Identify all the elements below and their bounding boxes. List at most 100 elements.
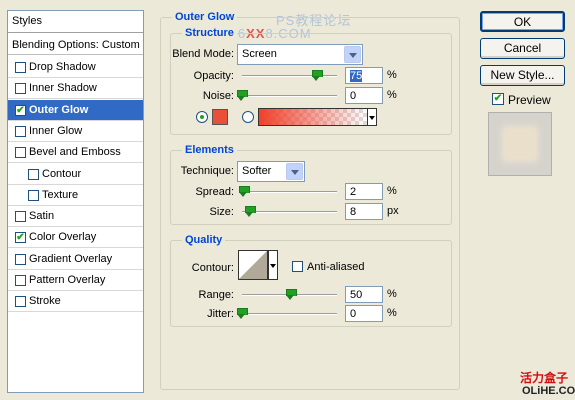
style-item-label: Outer Glow (29, 103, 89, 116)
style-checkbox[interactable] (28, 189, 39, 201)
quality-title: Quality (182, 234, 226, 246)
blending-options-item[interactable]: Blending Options: Custom (8, 36, 143, 55)
style-item-gradient-overlay[interactable]: Gradient Overlay (8, 249, 143, 270)
jitter-input[interactable]: 0 (345, 305, 383, 322)
opacity-slider-thumb[interactable] (312, 70, 323, 81)
chevron-down-icon (286, 163, 303, 180)
preview-swatch (505, 129, 535, 159)
style-item-pattern-overlay[interactable]: Pattern Overlay (8, 270, 143, 291)
style-item-label: Gradient Overlay (29, 252, 113, 265)
preview-checkbox[interactable]: ✔ (492, 93, 504, 105)
size-slider-thumb[interactable] (245, 206, 256, 217)
elements-title: Elements (182, 144, 237, 156)
cancel-button[interactable]: Cancel (480, 38, 565, 59)
solid-color-radio[interactable] (196, 111, 208, 123)
style-checkbox[interactable] (28, 168, 39, 180)
style-item-stroke[interactable]: Stroke (8, 291, 143, 313)
style-item-texture[interactable]: Texture (8, 185, 143, 206)
size-value: 8 (350, 206, 357, 218)
spread-slider-thumb[interactable] (239, 186, 250, 197)
style-item-outer-glow[interactable]: ✔ Outer Glow (8, 99, 143, 121)
technique-label: Technique: (180, 165, 234, 177)
range-slider-thumb[interactable] (286, 289, 297, 300)
contour-dropdown-button[interactable] (268, 250, 278, 280)
glow-gradient-picker[interactable] (258, 108, 368, 126)
style-item-label: Color Overlay (29, 231, 97, 244)
blend-mode-label: Blend Mode: (172, 48, 234, 60)
outer-glow-title: Outer Glow (172, 11, 238, 23)
style-item-inner-shadow[interactable]: Inner Shadow (8, 78, 143, 100)
style-checkbox[interactable]: ✔ (15, 232, 26, 244)
opacity-value: 75 (350, 70, 363, 82)
contour-label: Contour: (191, 262, 234, 274)
glow-color-swatch[interactable] (212, 109, 228, 125)
style-item-satin[interactable]: Satin (8, 206, 143, 228)
opacity-label: Opacity: (193, 70, 234, 82)
spread-value: 2 (350, 186, 357, 198)
style-checkbox[interactable] (15, 253, 26, 265)
noise-slider-track[interactable] (242, 95, 337, 97)
style-checkbox[interactable] (15, 125, 26, 137)
site-logo-cn: 活力盒子 (520, 371, 569, 385)
noise-label: Noise: (202, 90, 234, 102)
jitter-slider-thumb[interactable] (237, 308, 248, 319)
gradient-radio[interactable] (242, 111, 254, 123)
ok-button[interactable]: OK (480, 11, 565, 32)
style-item-label: Bevel and Emboss (29, 146, 121, 159)
style-checkbox[interactable] (15, 62, 26, 73)
style-item-bevel-and-emboss[interactable]: Bevel and Emboss (8, 142, 143, 164)
noise-slider-thumb[interactable] (237, 90, 248, 101)
technique-select[interactable]: Softer (237, 161, 305, 182)
jitter-slider-track[interactable] (242, 313, 337, 315)
structure-title: Structure (182, 27, 237, 39)
jitter-unit: % (387, 307, 397, 319)
style-item-label: Contour (42, 167, 82, 180)
blend-mode-select[interactable]: Screen (237, 44, 363, 65)
style-item-label: Pattern Overlay (29, 274, 106, 286)
style-item-label: Inner Shadow (29, 82, 97, 95)
spread-label: Spread: (195, 186, 234, 198)
contour-picker[interactable] (238, 250, 268, 280)
style-item-inner-glow[interactable]: Inner Glow (8, 121, 143, 142)
size-unit: px (387, 205, 399, 217)
spread-slider-track[interactable] (242, 191, 337, 193)
range-input[interactable]: 50 (345, 286, 383, 303)
size-slider-track[interactable] (242, 211, 337, 213)
opacity-unit: % (387, 69, 397, 81)
site-logo-url: OLiHE.COM (522, 385, 575, 397)
style-checkbox[interactable] (15, 275, 26, 286)
gradient-dropdown-button[interactable] (367, 108, 377, 126)
styles-header[interactable]: Styles (8, 11, 143, 33)
style-item-contour[interactable]: Contour (8, 164, 143, 185)
technique-value: Softer (242, 165, 272, 177)
contour-curve-icon (239, 251, 267, 279)
style-checkbox[interactable]: ✔ (15, 104, 26, 116)
style-checkbox[interactable] (15, 296, 26, 308)
new-style-button[interactable]: New Style... (480, 65, 565, 86)
range-value: 50 (350, 289, 363, 301)
style-checkbox[interactable] (15, 83, 26, 95)
jitter-label: Jitter: (207, 308, 234, 320)
styles-list-panel: Styles Blending Options: Custom Drop Sha… (7, 10, 144, 393)
chevron-down-icon (369, 116, 375, 120)
anti-aliased-checkbox[interactable] (292, 261, 303, 272)
chevron-down-icon (344, 46, 361, 63)
style-checkbox[interactable] (15, 147, 26, 159)
noise-unit: % (387, 89, 397, 101)
style-item-drop-shadow[interactable]: Drop Shadow (8, 57, 143, 78)
spread-input[interactable]: 2 (345, 183, 383, 200)
size-input[interactable]: 8 (345, 203, 383, 220)
noise-input[interactable]: 0 (345, 87, 383, 104)
style-item-label: Inner Glow (29, 124, 83, 137)
style-item-label: Drop Shadow (29, 61, 96, 73)
jitter-value: 0 (350, 308, 357, 320)
style-item-label: Texture (42, 188, 79, 201)
style-preview-thumbnail (488, 112, 552, 176)
spread-unit: % (387, 185, 397, 197)
blend-mode-value: Screen (242, 48, 277, 60)
style-item-color-overlay[interactable]: ✔ Color Overlay (8, 227, 143, 249)
opacity-input[interactable]: 75 (345, 67, 383, 84)
style-checkbox[interactable] (15, 211, 26, 223)
range-unit: % (387, 288, 397, 300)
style-item-label: Stroke (29, 295, 61, 308)
